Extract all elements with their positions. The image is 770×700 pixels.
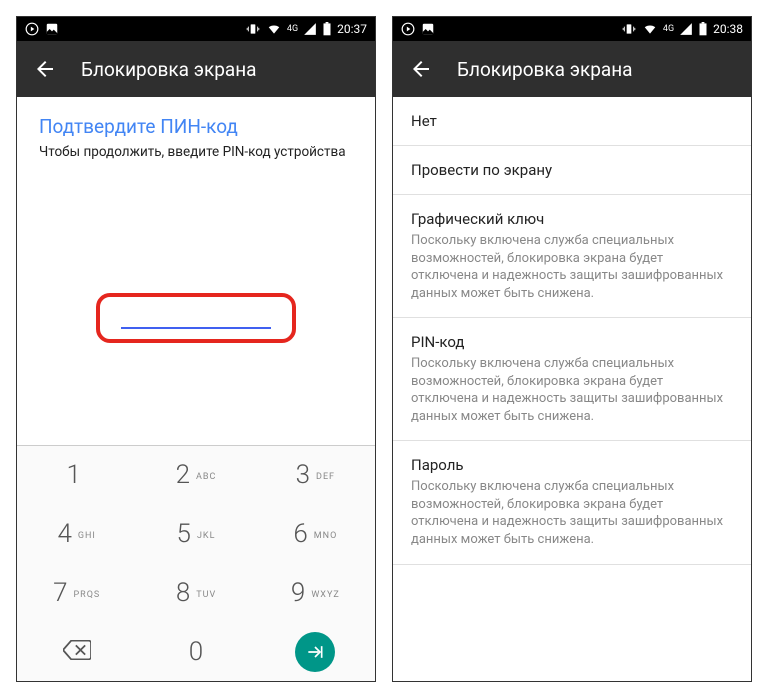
back-button[interactable] <box>409 57 433 81</box>
lock-options-list: Нет Провести по экрану Графический ключ … <box>393 97 751 681</box>
key-enter[interactable] <box>256 622 375 681</box>
confirm-pin-body: Подтвердите ПИН-код Чтобы продолжить, вв… <box>17 97 375 445</box>
appbar: Блокировка экрана <box>17 41 375 97</box>
option-password[interactable]: Пароль Поскольку включена служба специал… <box>393 441 751 564</box>
option-swipe[interactable]: Провести по экрану <box>393 146 751 195</box>
phone-right: 4G 20:38 Блокировка экрана Нет Провести … <box>392 16 752 682</box>
image-icon <box>421 22 435 36</box>
back-button[interactable] <box>33 57 57 81</box>
wifi-icon <box>642 22 658 36</box>
appbar: Блокировка экрана <box>393 41 751 97</box>
key-0[interactable]: 0 <box>136 622 255 681</box>
option-title: Графический ключ <box>411 210 733 228</box>
pin-highlight-annotation <box>96 293 296 343</box>
key-1[interactable]: 1 <box>17 446 136 505</box>
key-4[interactable]: 4GHI <box>17 505 136 564</box>
vibrate-icon <box>245 22 261 36</box>
key-6[interactable]: 6MNO <box>256 505 375 564</box>
option-pin[interactable]: PIN-код Поскольку включена служба специа… <box>393 318 751 441</box>
option-title: Нет <box>411 112 733 130</box>
network-label: 4G <box>663 24 674 34</box>
play-icon <box>401 22 415 36</box>
wifi-icon <box>266 22 282 36</box>
phone-left: 4G 20:37 Блокировка экрана Подтвердите П… <box>16 16 376 682</box>
signal-icon <box>303 22 317 36</box>
network-label: 4G <box>287 24 298 34</box>
image-icon <box>45 22 59 36</box>
backspace-icon <box>63 638 91 666</box>
option-title: Провести по экрану <box>411 161 733 179</box>
option-pattern[interactable]: Графический ключ Поскольку включена служ… <box>393 195 751 318</box>
key-5[interactable]: 5JKL <box>136 505 255 564</box>
status-bar: 4G 20:38 <box>393 17 751 41</box>
keypad: 1 2ABC 3DEF 4GHI 5JKL 6MNO 7PRQS 8TUV 9W… <box>17 445 375 681</box>
status-bar: 4G 20:37 <box>17 17 375 41</box>
key-8[interactable]: 8TUV <box>136 564 255 623</box>
pin-input[interactable] <box>121 327 271 329</box>
battery-icon <box>698 22 708 36</box>
key-7[interactable]: 7PRQS <box>17 564 136 623</box>
appbar-title: Блокировка экрана <box>81 58 257 81</box>
pin-input-zone <box>17 160 375 445</box>
confirm-title: Подтвердите ПИН-код <box>17 97 375 144</box>
key-backspace[interactable] <box>17 622 136 681</box>
confirm-subtitle: Чтобы продолжить, введите PIN-код устрой… <box>17 144 375 160</box>
appbar-title: Блокировка экрана <box>457 58 633 81</box>
option-title: PIN-код <box>411 333 733 351</box>
option-subtitle: Поскольку включена служба специальных во… <box>411 478 733 548</box>
enter-icon <box>295 632 335 672</box>
clock-label: 20:37 <box>337 22 367 36</box>
vibrate-icon <box>621 22 637 36</box>
option-subtitle: Поскольку включена служба специальных во… <box>411 355 733 425</box>
option-none[interactable]: Нет <box>393 97 751 146</box>
key-2[interactable]: 2ABC <box>136 446 255 505</box>
key-3[interactable]: 3DEF <box>256 446 375 505</box>
key-9[interactable]: 9WXYZ <box>256 564 375 623</box>
clock-label: 20:38 <box>713 22 743 36</box>
option-subtitle: Поскольку включена служба специальных во… <box>411 232 733 302</box>
signal-icon <box>679 22 693 36</box>
play-icon <box>25 22 39 36</box>
battery-icon <box>322 22 332 36</box>
option-title: Пароль <box>411 456 733 474</box>
